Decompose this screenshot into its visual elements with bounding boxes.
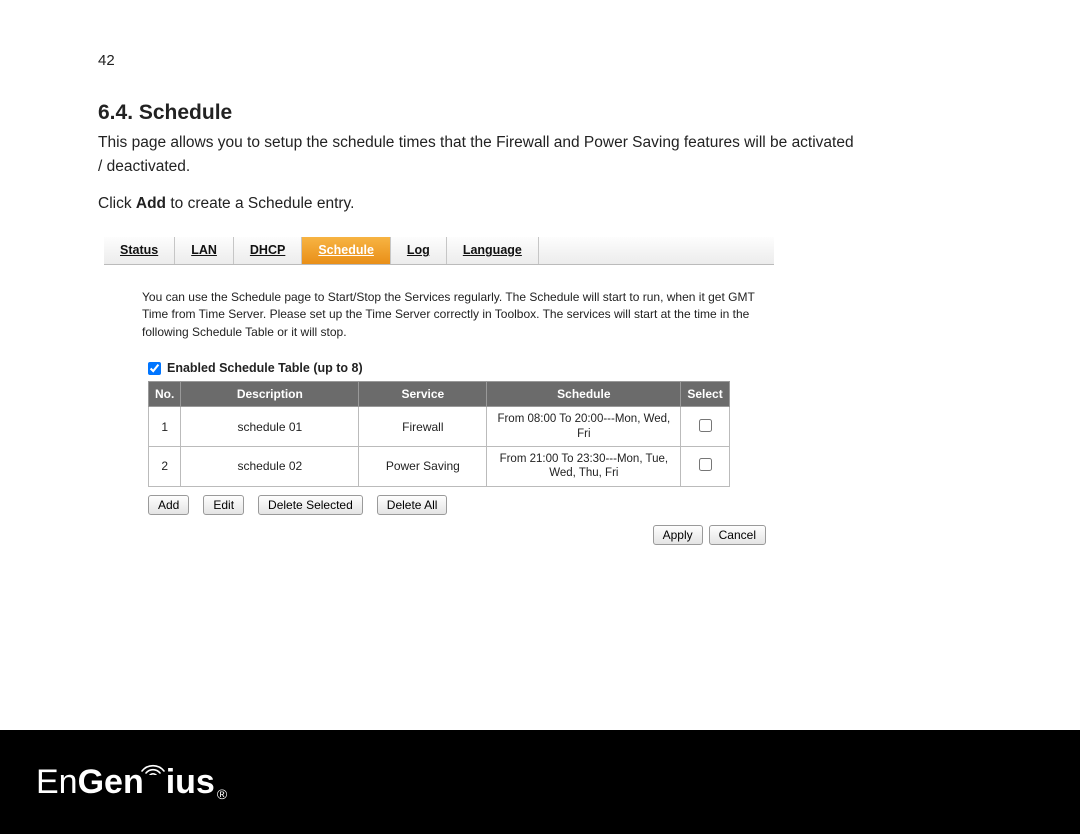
col-description: Description [181,382,359,407]
page-number: 42 [98,52,982,69]
row-select-checkbox[interactable] [699,419,712,432]
instruction-bold: Add [136,195,166,212]
col-service: Service [359,382,487,407]
section-heading: 6.4. Schedule [98,101,982,125]
registered-mark: ® [217,786,227,802]
cell-select [681,407,729,447]
cell-description: schedule 02 [181,446,359,486]
cell-service: Power Saving [359,446,487,486]
logo-part1: En [36,763,78,802]
row-select-checkbox[interactable] [699,458,712,471]
cell-description: schedule 01 [181,407,359,447]
wifi-icon [140,745,166,784]
cell-no: 1 [149,407,181,447]
tab-status[interactable]: Status [104,237,175,264]
cell-schedule: From 21:00 To 23:30---Mon, Tue, Wed, Thu… [487,446,681,486]
enable-schedule-checkbox[interactable] [148,362,161,375]
intro-text: This page allows you to setup the schedu… [98,131,858,179]
footer: EnGen ius® [0,730,1080,834]
button-row-2: Apply Cancel [104,525,766,545]
panel-description: You can use the Schedule page to Start/S… [104,265,764,353]
cancel-button[interactable]: Cancel [709,525,766,545]
col-select: Select [681,382,729,407]
col-no: No. [149,382,181,407]
logo-part2: Gen [78,763,144,802]
embedded-screenshot: Status LAN DHCP Schedule Log Language Yo… [104,237,774,545]
delete-all-button[interactable]: Delete All [377,495,448,515]
enable-label: Enabled Schedule Table (up to 8) [167,361,363,375]
enable-row: Enabled Schedule Table (up to 8) [104,353,774,381]
table-row: 2 schedule 02 Power Saving From 21:00 To… [149,446,730,486]
apply-button[interactable]: Apply [653,525,703,545]
edit-button[interactable]: Edit [203,495,244,515]
cell-service: Firewall [359,407,487,447]
tab-language[interactable]: Language [447,237,539,264]
tab-dhcp[interactable]: DHCP [234,237,302,264]
col-schedule: Schedule [487,382,681,407]
cell-no: 2 [149,446,181,486]
cell-schedule: From 08:00 To 20:00---Mon, Wed, Fri [487,407,681,447]
tab-lan[interactable]: LAN [175,237,234,264]
instruction-prefix: Click [98,195,136,212]
delete-selected-button[interactable]: Delete Selected [258,495,363,515]
instruction-suffix: to create a Schedule entry. [166,195,354,212]
logo-part3: ius [166,763,215,802]
tab-log[interactable]: Log [391,237,447,264]
instruction-text: Click Add to create a Schedule entry. [98,195,982,213]
add-button[interactable]: Add [148,495,189,515]
brand-logo: EnGen ius® [36,763,227,802]
cell-select [681,446,729,486]
tab-schedule[interactable]: Schedule [302,237,391,264]
button-row-1: Add Edit Delete Selected Delete All [148,495,774,515]
schedule-table: No. Description Service Schedule Select … [148,381,730,487]
table-row: 1 schedule 01 Firewall From 08:00 To 20:… [149,407,730,447]
tab-bar: Status LAN DHCP Schedule Log Language [104,237,774,265]
